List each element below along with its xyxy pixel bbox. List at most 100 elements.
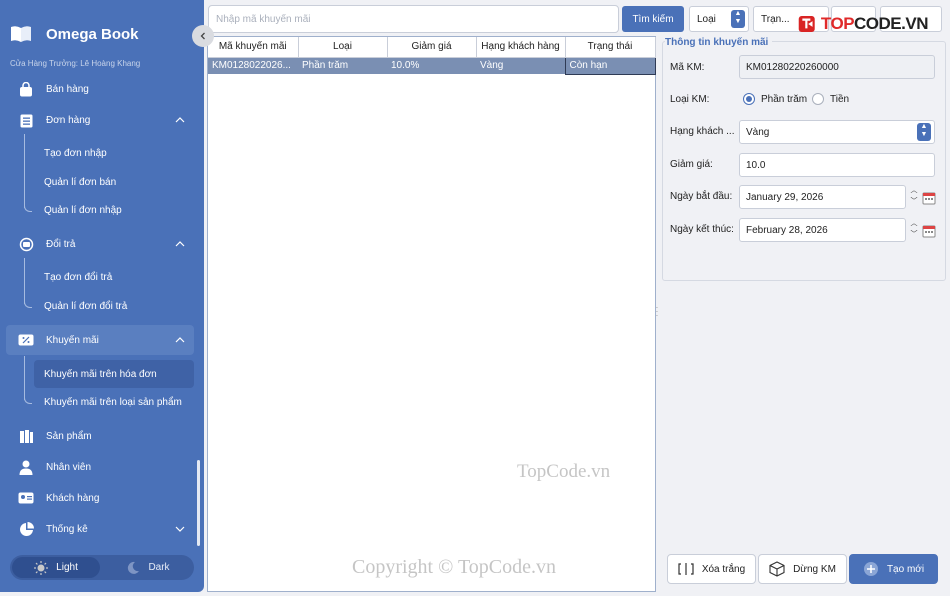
theme-dark-label: Dark — [148, 562, 170, 573]
sidebar-item-label: Đổi trả — [46, 238, 76, 250]
start-date-label: Ngày bắt đầu: — [670, 191, 733, 202]
sidebar-item-label: Sản phẩm — [46, 430, 92, 442]
code-label: Mã KM: — [670, 62, 705, 73]
theme-light-label: Light — [56, 562, 78, 573]
search-input[interactable] — [208, 5, 619, 33]
rank-label: Hạng khách ... — [670, 126, 735, 137]
stop-promotion-button[interactable]: Dừng KM — [758, 554, 847, 584]
sidebar-subitem-manage-import[interactable]: Quản lí đơn nhập — [34, 197, 194, 223]
watermark-copyright: Copyright © TopCode.vn — [352, 556, 556, 578]
cell-rank: Vàng — [476, 57, 565, 74]
sun-icon — [34, 560, 49, 575]
cell-status: Còn hạn — [564, 56, 656, 75]
type-percent-radio[interactable]: Phần trăm — [743, 93, 807, 105]
type-money-radio[interactable]: Tiền — [812, 93, 849, 105]
start-date-spinner[interactable]: ︿ ﹀ — [908, 185, 920, 209]
code-field[interactable]: KM01280220260000 — [739, 55, 935, 79]
sidebar-item-stats[interactable]: Thống kê — [6, 515, 194, 543]
tree-line — [24, 134, 25, 208]
chevron-down-icon — [175, 526, 185, 532]
type-select[interactable]: Loại ▲ ▼ — [689, 6, 749, 32]
user-icon — [18, 459, 34, 475]
topcode-logo-icon — [798, 16, 815, 32]
end-date-value: February 28, 2026 — [746, 224, 828, 236]
chevron-up-icon — [175, 337, 185, 343]
tree-hook — [24, 392, 32, 404]
cell-discount: 10.0% — [387, 57, 476, 74]
sidebar-item-label: Khuyến mãi — [46, 334, 99, 346]
panel-splitter[interactable]: · · · — [655, 304, 659, 320]
sidebar-item-label: Bán hàng — [46, 83, 89, 95]
exchange-icon — [18, 236, 34, 252]
radio-checked-icon — [743, 93, 755, 105]
theme-toggle: Light Dark — [10, 555, 194, 580]
sidebar-item-orders[interactable]: Đơn hàng — [6, 106, 194, 134]
start-date-field[interactable]: January 29, 2026 — [739, 185, 906, 209]
rank-value: Vàng — [746, 126, 770, 138]
moon-icon — [128, 561, 140, 574]
start-date-value: January 29, 2026 — [746, 191, 824, 203]
theme-dark-button[interactable]: Dark — [104, 557, 192, 578]
tree-hook — [24, 296, 32, 308]
table-row[interactable]: KM0128022026... Phần trăm 10.0% Vàng Còn… — [208, 56, 656, 75]
app-window: Omega Book Cửa Hàng Trưởng: Lê Hoàng Kha… — [0, 0, 950, 596]
type-label: Loại KM: — [670, 94, 710, 105]
discount-value: 10.0 — [746, 159, 766, 171]
collapse-sidebar-button[interactable] — [192, 25, 214, 47]
chevron-up-icon — [175, 241, 185, 247]
sidebar-scrollbar[interactable] — [197, 460, 200, 546]
promotion-form-panel: Thông tin khuyến mãi Mã KM: KM0128022026… — [660, 36, 950, 592]
sidebar-subitem-manage-sales[interactable]: Quản lí đơn bán — [34, 169, 194, 195]
code-value: KM01280220260000 — [746, 61, 839, 73]
books-icon — [18, 428, 34, 444]
search-button[interactable]: Tìm kiếm — [622, 6, 684, 32]
tree-hook — [24, 200, 32, 212]
type-money-label: Tiền — [830, 93, 850, 105]
sidebar-item-returns[interactable]: Đổi trả — [6, 230, 194, 258]
sidebar-item-promotions[interactable]: Khuyến mãi — [6, 325, 194, 355]
column-header-rank[interactable]: Hạng khách hàng — [476, 37, 566, 58]
sidebar-subitem-create-return[interactable]: Tạo đơn đổi trả — [34, 264, 194, 290]
column-header-type[interactable]: Loại — [298, 37, 388, 58]
sidebar-item-products[interactable]: Sản phẩm — [6, 422, 194, 450]
cell-code: KM0128022026... — [208, 57, 298, 74]
discount-tag-icon — [18, 332, 34, 348]
sidebar-item-sales[interactable]: Bán hàng — [6, 75, 194, 103]
column-header-discount[interactable]: Giảm giá — [387, 37, 477, 58]
sidebar-item-staff[interactable]: Nhân viên — [6, 453, 194, 481]
sidebar: Omega Book Cửa Hàng Trưởng: Lê Hoàng Kha… — [0, 0, 204, 592]
sidebar-subitem-promo-product[interactable]: Khuyến mãi trên loại sản phẩm — [34, 389, 194, 415]
sidebar-subitem-promo-invoice[interactable]: Khuyến mãi trên hóa đơn — [34, 360, 194, 388]
create-button[interactable]: Tạo mới — [849, 554, 938, 584]
rank-select[interactable]: Vàng ▲ ▼ — [739, 120, 935, 144]
column-header-code[interactable]: Mã khuyến mãi — [208, 37, 299, 58]
clear-button[interactable]: Xóa trắng — [667, 554, 756, 584]
radio-unchecked-icon — [812, 93, 824, 105]
end-date-field[interactable]: February 28, 2026 — [739, 218, 906, 242]
calendar-icon[interactable] — [922, 224, 936, 238]
topcode-logo-text: TOPCODE.VN — [821, 14, 929, 34]
store-manager-text: Cửa Hàng Trưởng: Lê Hoàng Khang — [10, 59, 141, 68]
promotion-table: Mã khuyến mãi Loại Giảm giá Hạng khách h… — [207, 36, 656, 592]
column-header-status[interactable]: Trạng thái — [565, 37, 656, 58]
stop-promotion-label: Dừng KM — [793, 563, 836, 575]
sidebar-item-customers[interactable]: Khách hàng — [6, 484, 194, 512]
table-header-row: Mã khuyến mãi Loại Giảm giá Hạng khách h… — [208, 37, 656, 58]
chevron-left-icon — [200, 32, 205, 40]
calendar-icon[interactable] — [922, 191, 936, 205]
brand: Omega Book — [10, 22, 139, 46]
clipboard-list-icon — [18, 112, 34, 128]
app-name: Omega Book — [46, 25, 139, 43]
book-icon — [11, 26, 31, 42]
end-date-spinner[interactable]: ︿ ﹀ — [908, 218, 920, 242]
chevron-up-icon — [175, 117, 185, 123]
form-title: Thông tin khuyến mãi — [665, 37, 773, 48]
status-select-value: Trạn... — [761, 13, 790, 25]
theme-light-button[interactable]: Light — [12, 557, 100, 578]
sidebar-subitem-create-import[interactable]: Tạo đơn nhập — [34, 140, 194, 166]
pie-chart-icon — [18, 521, 34, 537]
sidebar-item-label: Thống kê — [46, 523, 88, 535]
sidebar-subitem-manage-return[interactable]: Quản lí đơn đổi trả — [34, 293, 194, 319]
discount-field[interactable]: 10.0 — [739, 153, 935, 177]
spinner-icon: ▲ ▼ — [731, 10, 745, 28]
